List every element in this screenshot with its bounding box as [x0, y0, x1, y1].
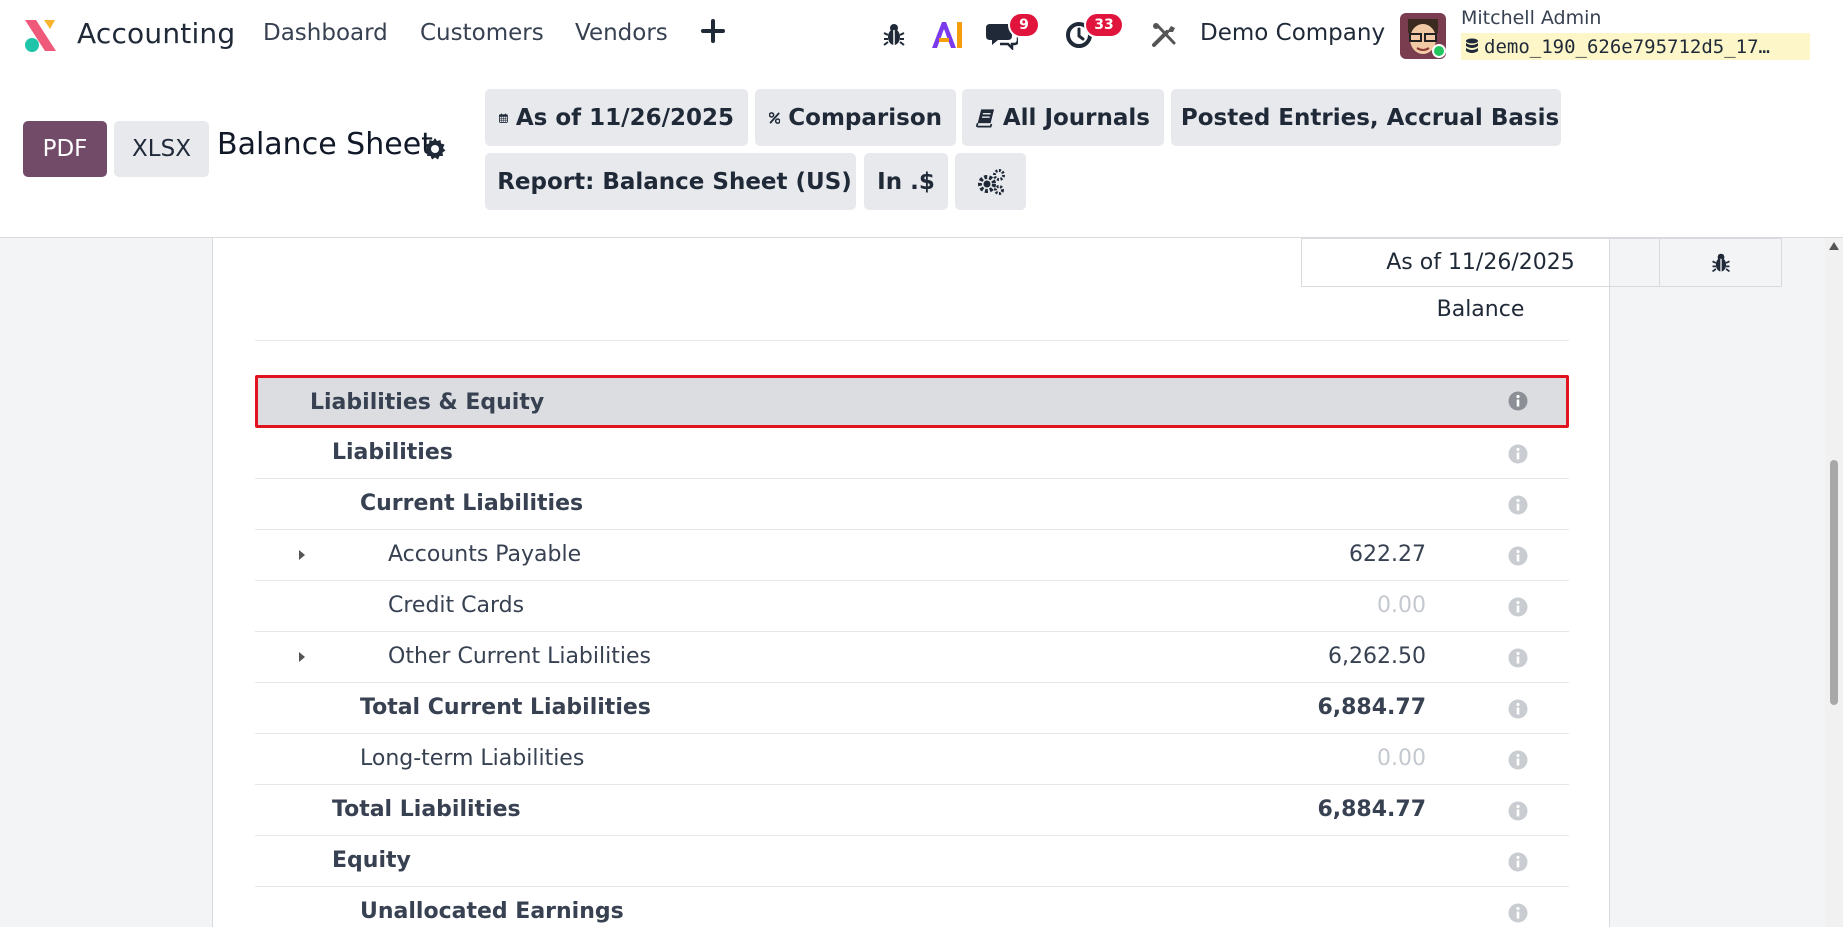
report-line-label: Long-term Liabilities — [360, 746, 585, 771]
report-line-amount[interactable]: 6,884.77 — [1317, 695, 1426, 720]
menu-customers[interactable]: Customers — [420, 20, 544, 46]
report-variant-label: Report: Balance Sheet (US) — [497, 168, 852, 195]
date-filter-button[interactable]: As of 11/26/2025 — [485, 89, 748, 146]
report-line-amount[interactable]: 0.00 — [1377, 593, 1426, 618]
report-line[interactable]: Accounts Payable 622.27 — [255, 530, 1569, 581]
report-line[interactable]: Current Liabilities — [255, 479, 1569, 530]
caret-right-icon[interactable] — [297, 547, 307, 563]
activities-badge: 33 — [1084, 12, 1124, 38]
settings-button[interactable] — [955, 153, 1026, 210]
user-name[interactable]: Mitchell Admin — [1461, 7, 1601, 29]
report-line-label: Credit Cards — [388, 593, 525, 618]
scrollbar[interactable] — [1825, 238, 1843, 927]
column-header-date: As of 11/26/2025 — [1301, 238, 1660, 287]
avatar[interactable] — [1400, 13, 1446, 59]
report-sheet: As of 11/26/2025 Balance Liabilities & E… — [212, 238, 1782, 927]
xlsx-button[interactable]: XLSX — [114, 121, 209, 177]
scroll-up-icon[interactable] — [1829, 242, 1839, 250]
user-avatar-image — [1400, 13, 1446, 59]
app-logo-icon[interactable] — [21, 17, 59, 55]
percent-icon — [769, 111, 781, 124]
report-line-amount[interactable]: 622.27 — [1349, 542, 1426, 567]
page-title: Balance Sheet — [217, 127, 433, 162]
plus-icon[interactable] — [700, 18, 726, 44]
control-panel: PDF XLSX Balance Sheet As of 11/26/2025 … — [0, 71, 1843, 238]
bug-icon[interactable] — [882, 22, 906, 48]
database-name-text: demo_190_626e795712d5_17… — [1484, 35, 1770, 58]
options-filter-label: Posted Entries, Accrual Basis — [1180, 104, 1560, 131]
bug-icon — [1711, 253, 1730, 272]
info-icon[interactable] — [1508, 750, 1528, 770]
info-icon[interactable] — [1508, 699, 1528, 719]
info-icon[interactable] — [1508, 444, 1528, 464]
report-line-label: Total Current Liabilities — [360, 695, 651, 720]
menu-dashboard[interactable]: Dashboard — [263, 20, 388, 46]
database-icon — [1466, 38, 1478, 53]
report-variant-button[interactable]: Report: Balance Sheet (US) — [485, 153, 856, 210]
report-line[interactable]: Total Current Liabilities 6,884.77 — [255, 683, 1569, 734]
report-line-label: Total Liabilities — [332, 797, 521, 822]
book-icon — [976, 108, 995, 127]
column-subheader: Balance — [1436, 297, 1525, 322]
report-line-label: Equity — [332, 848, 411, 873]
gear-icon[interactable] — [423, 137, 447, 161]
report-line[interactable]: Total Liabilities 6,884.77 — [255, 785, 1569, 836]
report-line-label: Unallocated Earnings — [360, 899, 624, 924]
report-line-amount[interactable]: 6,262.50 — [1328, 644, 1426, 669]
currency-button[interactable]: In .$ — [864, 153, 948, 210]
comparison-filter-button[interactable]: Comparison — [755, 89, 956, 146]
options-filter-button[interactable]: Posted Entries, Accrual Basis — [1171, 89, 1561, 146]
column-header-debug[interactable] — [1659, 238, 1782, 287]
report-line[interactable]: Equity — [255, 836, 1569, 887]
ai-icon[interactable] — [930, 20, 964, 50]
report-line[interactable]: Liabilities — [255, 428, 1569, 479]
tools-icon[interactable] — [1151, 22, 1177, 48]
report-line-label: Current Liabilities — [360, 491, 584, 516]
comparison-filter-label: Comparison — [788, 104, 942, 131]
info-icon[interactable] — [1508, 903, 1528, 923]
report-line-label: Liabilities & Equity — [310, 390, 545, 415]
report-line-amount[interactable]: 6,884.77 — [1317, 797, 1426, 822]
info-icon[interactable] — [1508, 597, 1528, 617]
report-line-label: Liabilities — [332, 440, 453, 465]
info-icon[interactable] — [1508, 801, 1528, 821]
report-line[interactable]: Credit Cards 0.00 — [255, 581, 1569, 632]
info-icon[interactable] — [1508, 852, 1528, 872]
caret-right-icon[interactable] — [297, 649, 307, 665]
date-filter-label: As of 11/26/2025 — [515, 104, 734, 131]
info-icon[interactable] — [1508, 391, 1528, 411]
scrollbar-thumb[interactable] — [1830, 460, 1838, 705]
info-icon[interactable] — [1508, 648, 1528, 668]
info-icon[interactable] — [1508, 495, 1528, 515]
journals-filter-label: All Journals — [1002, 104, 1150, 131]
report-line[interactable]: Unallocated Earnings — [255, 887, 1569, 927]
report-line-label: Other Current Liabilities — [388, 644, 651, 669]
calendar-icon — [499, 113, 508, 123]
journals-filter-button[interactable]: All Journals — [962, 89, 1164, 146]
cogs-icon — [977, 168, 1005, 195]
report-line[interactable]: Liabilities & Equity — [255, 375, 1569, 428]
app-name[interactable]: Accounting — [77, 17, 235, 50]
report-line-amount[interactable]: 0.00 — [1377, 746, 1426, 771]
report-content: As of 11/26/2025 Balance Liabilities & E… — [0, 238, 1843, 927]
report-line[interactable]: Other Current Liabilities 6,262.50 — [255, 632, 1569, 683]
database-name: demo_190_626e795712d5_17… — [1461, 33, 1810, 60]
pdf-button[interactable]: PDF — [23, 121, 107, 177]
messages-badge: 9 — [1008, 12, 1040, 38]
report-line[interactable]: Long-term Liabilities 0.00 — [255, 734, 1569, 785]
header-divider — [255, 340, 1569, 341]
report-line-label: Accounts Payable — [388, 542, 582, 567]
menu-vendors[interactable]: Vendors — [575, 20, 668, 46]
info-icon[interactable] — [1508, 546, 1528, 566]
company-switcher[interactable]: Demo Company — [1200, 20, 1385, 46]
top-navbar: Accounting Dashboard Customers Vendors 9… — [0, 0, 1843, 71]
